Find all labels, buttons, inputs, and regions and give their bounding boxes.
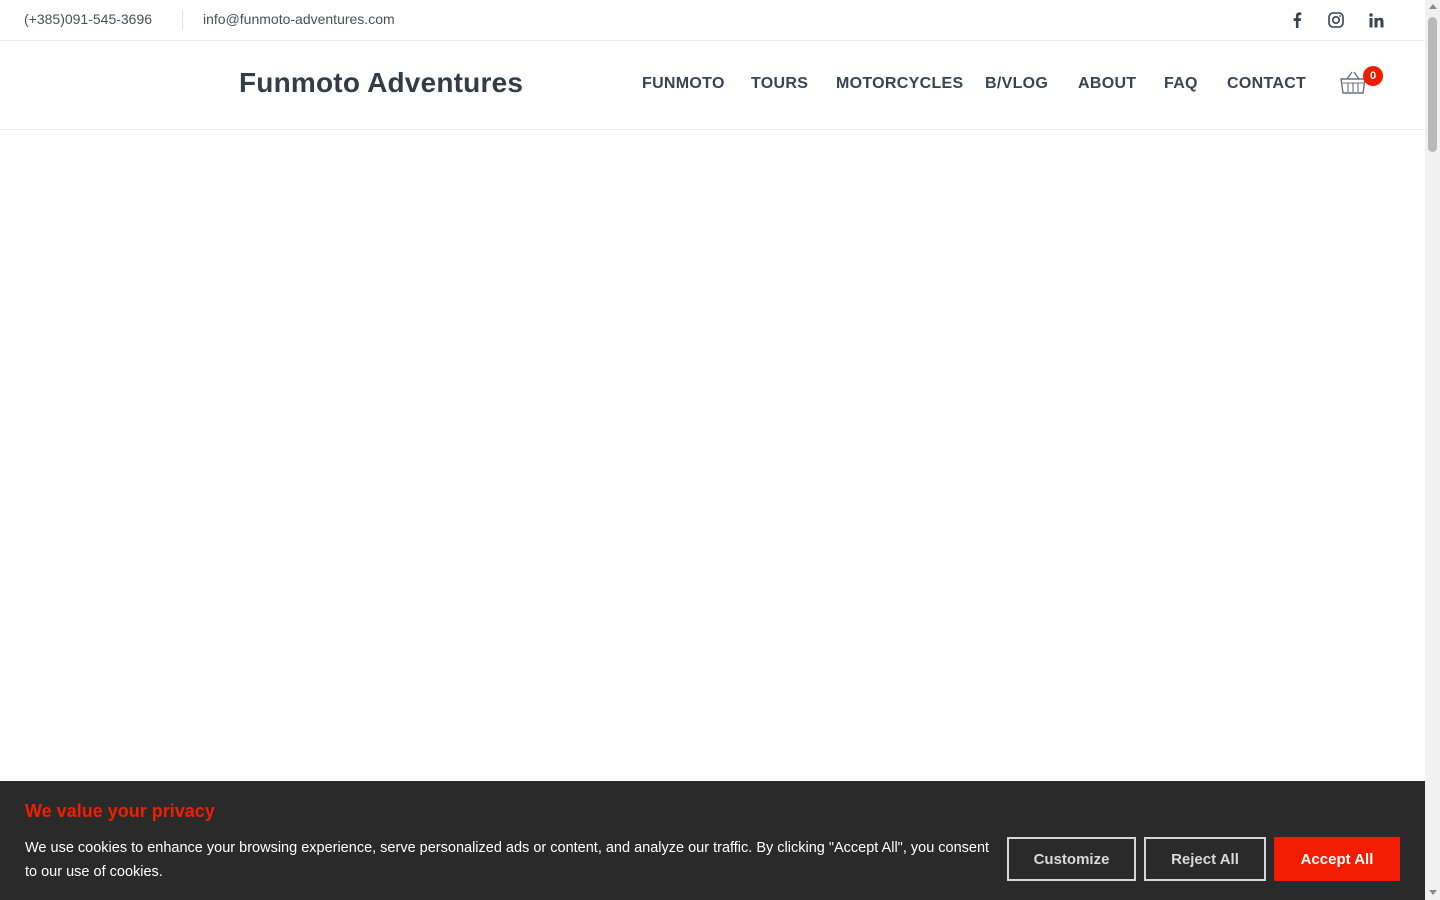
- nav-item-about[interactable]: ABOUT: [1078, 75, 1136, 93]
- nav-item-bvlog[interactable]: B/VLOG: [985, 75, 1048, 93]
- email-link[interactable]: info@funmoto-adventures.com: [203, 11, 395, 27]
- site-logo[interactable]: Funmoto Adventures: [239, 67, 523, 99]
- linkedin-icon[interactable]: [1366, 10, 1386, 30]
- nav-item-faq[interactable]: FAQ: [1164, 75, 1198, 93]
- instagram-icon[interactable]: [1326, 10, 1346, 30]
- nav-item-tours[interactable]: TOURS: [751, 75, 808, 93]
- cart-count-badge: 0: [1363, 66, 1383, 86]
- nav-item-funmoto[interactable]: FUNMOTO: [642, 75, 725, 93]
- cookie-banner-title: We value your privacy: [25, 801, 215, 821]
- scroll-up-arrow-icon[interactable]: [1429, 4, 1437, 9]
- facebook-icon[interactable]: [1287, 10, 1307, 30]
- cookie-consent-banner: We value your privacy We use cookies to …: [0, 781, 1425, 900]
- site-header: Funmoto Adventures FUNMOTO TOURS MOTORCY…: [0, 41, 1425, 130]
- accept-all-button[interactable]: Accept All: [1274, 837, 1400, 881]
- topbar-divider: [182, 10, 183, 30]
- nav-item-contact[interactable]: CONTACT: [1227, 75, 1306, 93]
- scrollbar-thumb[interactable]: [1428, 17, 1437, 152]
- nav-item-motorcycles[interactable]: MOTORCYCLES: [836, 75, 963, 93]
- page-scrollbar[interactable]: [1425, 0, 1440, 900]
- reject-all-button[interactable]: Reject All: [1144, 837, 1266, 881]
- phone-number[interactable]: (+385)091-545-3696: [24, 11, 152, 27]
- top-bar: (+385)091-545-3696 info@funmoto-adventur…: [0, 0, 1425, 41]
- cookie-banner-text: We use cookies to enhance your browsing …: [25, 840, 990, 880]
- customize-button[interactable]: Customize: [1007, 837, 1136, 881]
- scroll-down-arrow-icon[interactable]: [1429, 890, 1437, 895]
